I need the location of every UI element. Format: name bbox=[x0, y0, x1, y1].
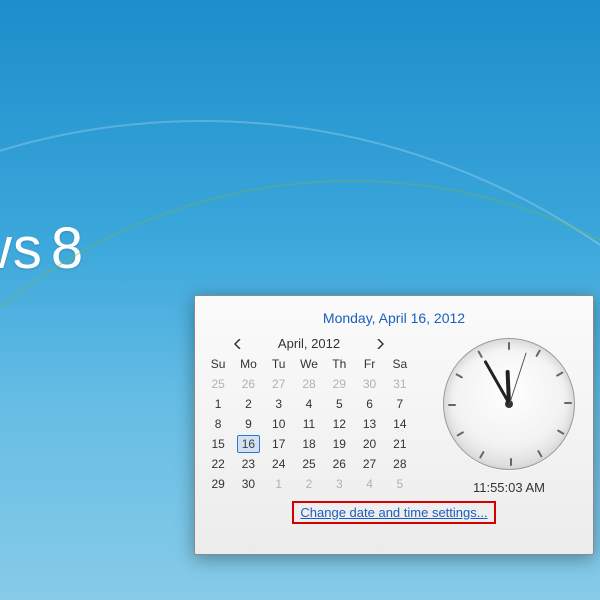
calendar-day[interactable]: 25 bbox=[294, 454, 324, 474]
dow-label: We bbox=[294, 355, 324, 373]
wallpaper-eight: 8 bbox=[51, 216, 84, 281]
calendar-day[interactable]: 8 bbox=[203, 414, 233, 434]
calendar: April, 2012 SuMoTuWeThFrSa 2526272829303… bbox=[203, 336, 415, 494]
dow-label: Su bbox=[203, 355, 233, 373]
day-of-week-header: SuMoTuWeThFrSa bbox=[203, 355, 415, 373]
calendar-day[interactable]: 12 bbox=[324, 414, 354, 434]
calendar-day[interactable]: 26 bbox=[324, 454, 354, 474]
calendar-day[interactable]: 20 bbox=[354, 434, 384, 454]
clock-tick bbox=[557, 429, 565, 435]
analog-clock bbox=[443, 338, 575, 470]
calendar-day[interactable]: 11 bbox=[294, 414, 324, 434]
calendar-day[interactable]: 18 bbox=[294, 434, 324, 454]
calendar-day[interactable]: 1 bbox=[203, 394, 233, 414]
dow-label: Sa bbox=[385, 355, 415, 373]
calendar-day[interactable]: 23 bbox=[233, 454, 263, 474]
calendar-day[interactable]: 14 bbox=[385, 414, 415, 434]
calendar-day[interactable]: 7 bbox=[385, 394, 415, 414]
wallpaper-text: ws8 bbox=[0, 215, 84, 282]
month-label[interactable]: April, 2012 bbox=[249, 336, 369, 351]
calendar-day[interactable]: 13 bbox=[354, 414, 384, 434]
clock-tick bbox=[448, 404, 456, 406]
clock-tick bbox=[455, 373, 463, 379]
calendar-day[interactable]: 24 bbox=[264, 454, 294, 474]
prev-month-button[interactable] bbox=[231, 337, 245, 351]
calendar-day[interactable]: 19 bbox=[324, 434, 354, 454]
dow-label: Mo bbox=[233, 355, 263, 373]
calendar-day[interactable]: 17 bbox=[264, 434, 294, 454]
change-date-time-settings-link[interactable]: Change date and time settings... bbox=[292, 501, 495, 524]
calendar-day[interactable]: 27 bbox=[264, 374, 294, 394]
calendar-day[interactable]: 5 bbox=[385, 474, 415, 494]
clock-tick bbox=[556, 371, 564, 377]
calendar-day[interactable]: 31 bbox=[385, 374, 415, 394]
calendar-day[interactable]: 5 bbox=[324, 394, 354, 414]
clock-tick bbox=[535, 349, 541, 357]
clock-tick bbox=[508, 342, 510, 350]
calendar-day[interactable]: 2 bbox=[233, 394, 263, 414]
calendar-week-row: 891011121314 bbox=[203, 414, 415, 434]
month-navigation: April, 2012 bbox=[203, 336, 415, 351]
calendar-day[interactable]: 30 bbox=[233, 474, 263, 494]
desktop: ws8 Monday, April 16, 2012 April, 2012 S… bbox=[0, 0, 600, 600]
calendar-day[interactable]: 3 bbox=[264, 394, 294, 414]
calendar-day[interactable]: 10 bbox=[264, 414, 294, 434]
clock-tick bbox=[456, 431, 464, 437]
calendar-grid: 2526272829303112345678910111213141516171… bbox=[203, 374, 415, 494]
calendar-day[interactable]: 27 bbox=[354, 454, 384, 474]
clock-min-hand bbox=[483, 360, 510, 405]
calendar-day[interactable]: 29 bbox=[324, 374, 354, 394]
calendar-day[interactable]: 2 bbox=[294, 474, 324, 494]
calendar-day[interactable]: 1 bbox=[264, 474, 294, 494]
calendar-day[interactable]: 15 bbox=[203, 434, 233, 454]
calendar-day-selected[interactable]: 16 bbox=[233, 434, 263, 454]
current-date-header: Monday, April 16, 2012 bbox=[203, 302, 585, 336]
calendar-week-row: 15161718192021 bbox=[203, 434, 415, 454]
next-month-button[interactable] bbox=[373, 337, 387, 351]
chevron-left-icon bbox=[234, 339, 242, 349]
date-time-flyout: Monday, April 16, 2012 April, 2012 SuMoT… bbox=[194, 295, 594, 555]
calendar-day[interactable]: 9 bbox=[233, 414, 263, 434]
calendar-day[interactable]: 29 bbox=[203, 474, 233, 494]
calendar-week-row: 293012345 bbox=[203, 474, 415, 494]
calendar-day[interactable]: 6 bbox=[354, 394, 384, 414]
dow-label: Fr bbox=[354, 355, 384, 373]
wallpaper-text-fragment: ws bbox=[0, 216, 43, 281]
calendar-day[interactable]: 25 bbox=[203, 374, 233, 394]
calendar-day[interactable]: 28 bbox=[294, 374, 324, 394]
dow-label: Tu bbox=[264, 355, 294, 373]
calendar-day[interactable]: 4 bbox=[354, 474, 384, 494]
clock-pivot bbox=[505, 400, 513, 408]
clock-tick bbox=[564, 402, 572, 404]
calendar-day[interactable]: 28 bbox=[385, 454, 415, 474]
chevron-right-icon bbox=[376, 339, 384, 349]
calendar-week-row: 1234567 bbox=[203, 394, 415, 414]
calendar-week-row: 25262728293031 bbox=[203, 374, 415, 394]
clock-sec-hand bbox=[509, 352, 527, 404]
dow-label: Th bbox=[324, 355, 354, 373]
flyout-footer: Change date and time settings... bbox=[203, 495, 585, 526]
calendar-day[interactable]: 26 bbox=[233, 374, 263, 394]
calendar-day[interactable]: 4 bbox=[294, 394, 324, 414]
clock-tick bbox=[510, 458, 512, 466]
clock-tick bbox=[477, 350, 483, 358]
clock-tick bbox=[479, 451, 485, 459]
calendar-week-row: 22232425262728 bbox=[203, 454, 415, 474]
clock-column: 11:55:03 AM bbox=[433, 336, 585, 495]
calendar-day[interactable]: 21 bbox=[385, 434, 415, 454]
calendar-day[interactable]: 22 bbox=[203, 454, 233, 474]
calendar-day[interactable]: 30 bbox=[354, 374, 384, 394]
clock-hour-hand bbox=[506, 370, 511, 404]
calendar-day[interactable]: 3 bbox=[324, 474, 354, 494]
clock-tick bbox=[537, 450, 543, 458]
digital-time: 11:55:03 AM bbox=[473, 480, 545, 495]
